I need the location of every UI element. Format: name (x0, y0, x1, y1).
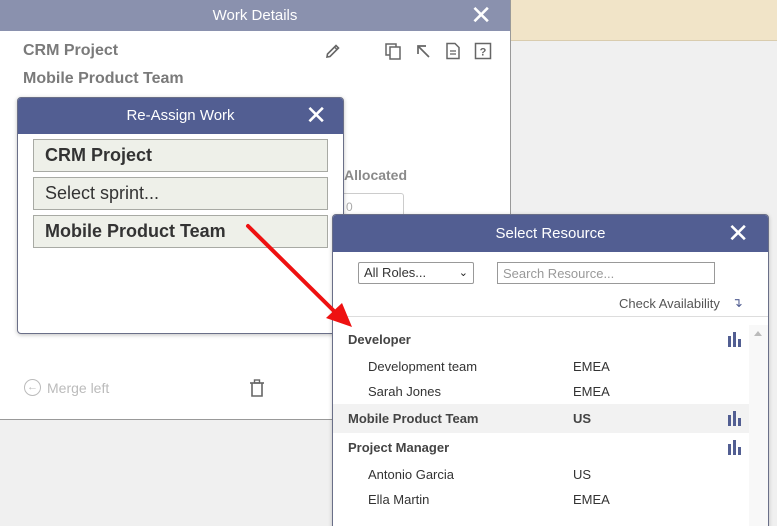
resource-region: US (573, 411, 592, 426)
roles-select[interactable]: All Roles... ⌄ (358, 262, 474, 284)
work-details-title: Work Details (212, 7, 298, 24)
resource-row[interactable]: Sarah Jones EMEA (333, 379, 749, 404)
search-resource-input[interactable] (497, 262, 715, 284)
resource-name: Developer (348, 332, 411, 347)
work-details-header: Work Details ✕ (0, 0, 510, 31)
close-icon[interactable]: ✕ (470, 0, 492, 30)
scrollbar[interactable] (749, 325, 768, 526)
roles-select-value: All Roles... (364, 265, 427, 280)
allocated-label: Allocated (344, 167, 408, 183)
svg-text:?: ? (480, 47, 487, 59)
resource-group-row[interactable]: Project Manager (333, 433, 749, 462)
chevron-down-icon: ⌄ (458, 267, 468, 279)
work-project-name: CRM Project (23, 42, 119, 59)
merge-left-label: Merge left (47, 379, 110, 396)
edit-icon[interactable] (324, 42, 342, 60)
resource-name: Development team (368, 359, 478, 374)
team-field[interactable]: Mobile Product Team (33, 215, 328, 248)
check-availability-button[interactable]: Check Availability ↴ (619, 295, 743, 311)
project-field[interactable]: CRM Project (33, 139, 328, 172)
resource-region: EMEA (573, 492, 610, 507)
resource-region: EMEA (573, 384, 610, 399)
arrow-up-left-icon[interactable] (414, 42, 432, 60)
resource-list: Developer Development team EMEA Sarah Jones… (333, 325, 749, 512)
document-icon[interactable] (444, 42, 462, 60)
resource-row[interactable]: Development team EMEA (333, 354, 749, 379)
divider (333, 316, 768, 317)
bar-chart-icon[interactable] (727, 439, 743, 455)
sprint-select[interactable]: Select sprint... (33, 177, 328, 210)
select-resource-dialog: Select Resource ✕ All Roles... ⌄ Check A… (332, 214, 769, 526)
select-resource-header: Select Resource ✕ (333, 215, 768, 252)
reassign-title: Re-Assign Work (126, 107, 235, 124)
arrow-left-circle-icon: ← (24, 379, 41, 396)
resource-region: EMEA (573, 359, 610, 374)
reassign-work-dialog: Re-Assign Work ✕ CRM Project Select spri… (17, 97, 344, 334)
merge-left-button[interactable]: ← Merge left (24, 379, 109, 396)
resource-name: Project Manager (348, 440, 450, 455)
resource-group-row[interactable]: Developer (333, 325, 749, 354)
copy-icon[interactable] (384, 42, 402, 60)
trash-icon[interactable] (249, 379, 265, 397)
top-banner (510, 0, 777, 41)
scroll-up-icon[interactable] (754, 331, 762, 336)
resource-group-row[interactable]: Mobile Product Team US (333, 404, 749, 433)
arrow-down-right-icon: ↴ (731, 295, 743, 310)
bar-chart-icon[interactable] (727, 410, 743, 426)
resource-row[interactable]: Antonio Garcia US (333, 462, 749, 487)
close-icon[interactable]: ✕ (305, 98, 327, 132)
resource-name: Mobile Product Team (348, 411, 479, 426)
bar-chart-icon[interactable] (727, 331, 743, 347)
resource-row[interactable]: Ella Martin EMEA (333, 487, 749, 512)
reassign-header: Re-Assign Work ✕ (18, 98, 343, 134)
work-team-name: Mobile Product Team (23, 70, 184, 87)
check-availability-label: Check Availability (619, 295, 720, 311)
close-icon[interactable]: ✕ (727, 215, 749, 251)
resource-name: Antonio Garcia (368, 467, 454, 482)
resource-name: Ella Martin (368, 492, 430, 507)
select-resource-title: Select Resource (495, 225, 606, 242)
resource-region: US (573, 467, 592, 482)
resource-name: Sarah Jones (368, 384, 441, 399)
help-icon[interactable]: ? (474, 42, 492, 60)
